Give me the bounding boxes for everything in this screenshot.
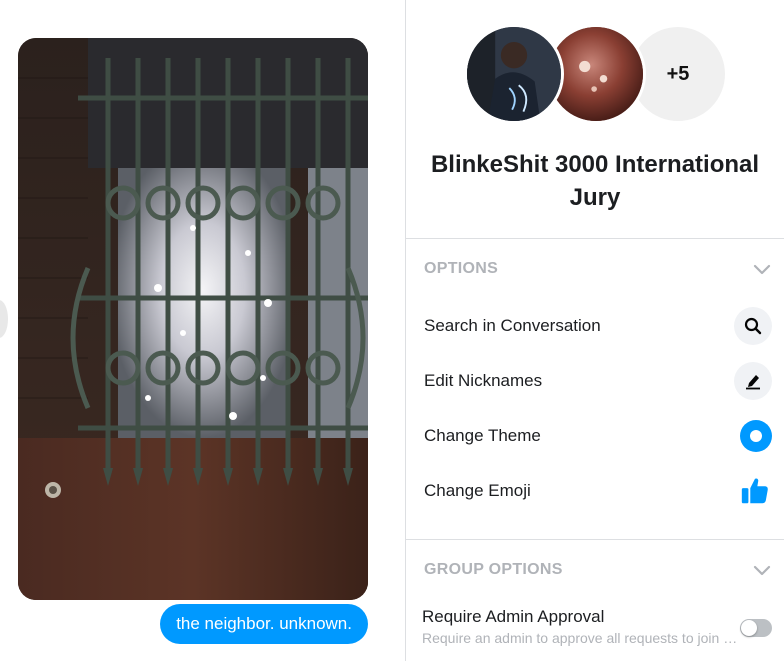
change-emoji-button[interactable]: Change Emoji (424, 471, 772, 511)
section-divider (406, 539, 784, 540)
messenger-window: the neighbor. unknown. +5 BlinkeShit 300… (0, 0, 784, 661)
section-label: OPTIONS (424, 260, 499, 277)
chat-area: the neighbor. unknown. (0, 0, 405, 661)
edit-nicknames-button[interactable]: Edit Nicknames (424, 361, 772, 401)
search-icon (734, 307, 772, 345)
option-label: Change Emoji (424, 481, 531, 500)
previous-nav-button[interactable] (0, 300, 8, 338)
require-admin-approval-setting: Require Admin Approval Require an admin … (422, 606, 772, 650)
setting-title: Require Admin Approval (422, 607, 605, 626)
theme-icon (740, 420, 772, 452)
change-theme-button[interactable]: Change Theme (424, 416, 772, 456)
chevron-down-icon (753, 565, 771, 576)
group-options-section-header[interactable]: GROUP OPTIONS (424, 558, 772, 582)
shared-photo[interactable] (18, 38, 368, 600)
section-divider (406, 238, 784, 239)
option-label: Edit Nicknames (424, 371, 543, 390)
options-section-header[interactable]: OPTIONS (424, 257, 772, 281)
member-avatar[interactable] (464, 24, 564, 124)
admin-approval-toggle[interactable] (740, 619, 772, 637)
group-title: BlinkeShit 3000 International Jury (430, 151, 760, 211)
photo-image (18, 38, 368, 600)
search-in-conversation-button[interactable]: Search in Conversation (424, 306, 772, 346)
thumbs-up-icon (738, 474, 772, 508)
avatar-photo (467, 27, 561, 121)
edit-icon (734, 362, 772, 400)
option-label: Search in Conversation (424, 316, 601, 335)
setting-description: Require an admin to approve all requests… (422, 630, 738, 646)
chevron-down-icon (753, 264, 771, 275)
conversation-details-panel: +5 BlinkeShit 3000 International Jury OP… (406, 0, 784, 661)
message-bubble[interactable]: the neighbor. unknown. (160, 604, 368, 644)
toggle-knob (741, 620, 757, 636)
option-label: Change Theme (424, 426, 541, 445)
section-label: GROUP OPTIONS (424, 561, 563, 578)
